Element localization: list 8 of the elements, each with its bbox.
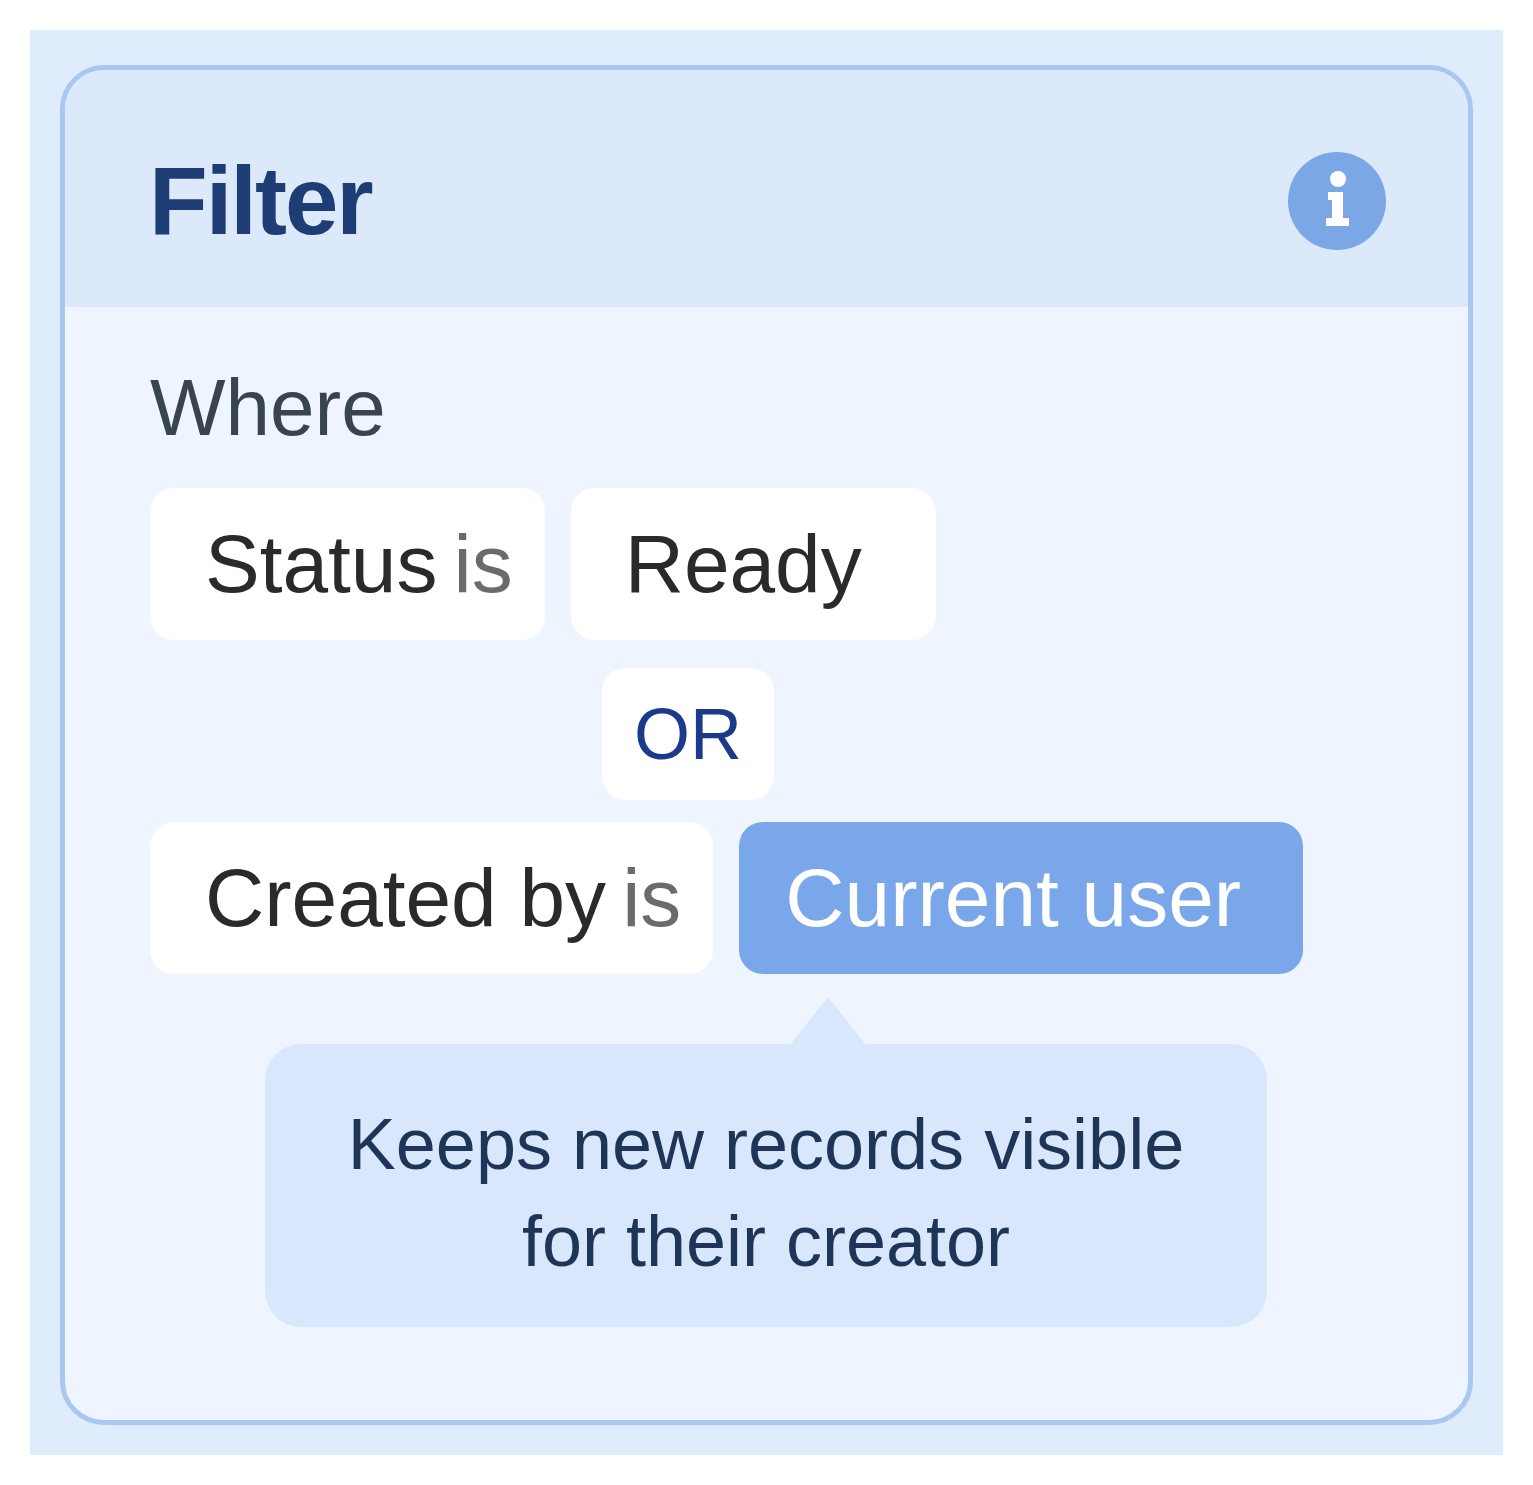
where-label: Where [150,368,386,448]
tooltip-text: Keeps new records visible for their creator [347,1104,1185,1281]
field-button[interactable]: Status is [150,488,545,640]
field-button[interactable]: Created by is [150,822,714,974]
panel-title: Filter [149,152,372,249]
value-button[interactable]: Ready [570,488,936,640]
connector-button[interactable]: OR [602,668,774,800]
info-icon[interactable] [1288,151,1386,250]
